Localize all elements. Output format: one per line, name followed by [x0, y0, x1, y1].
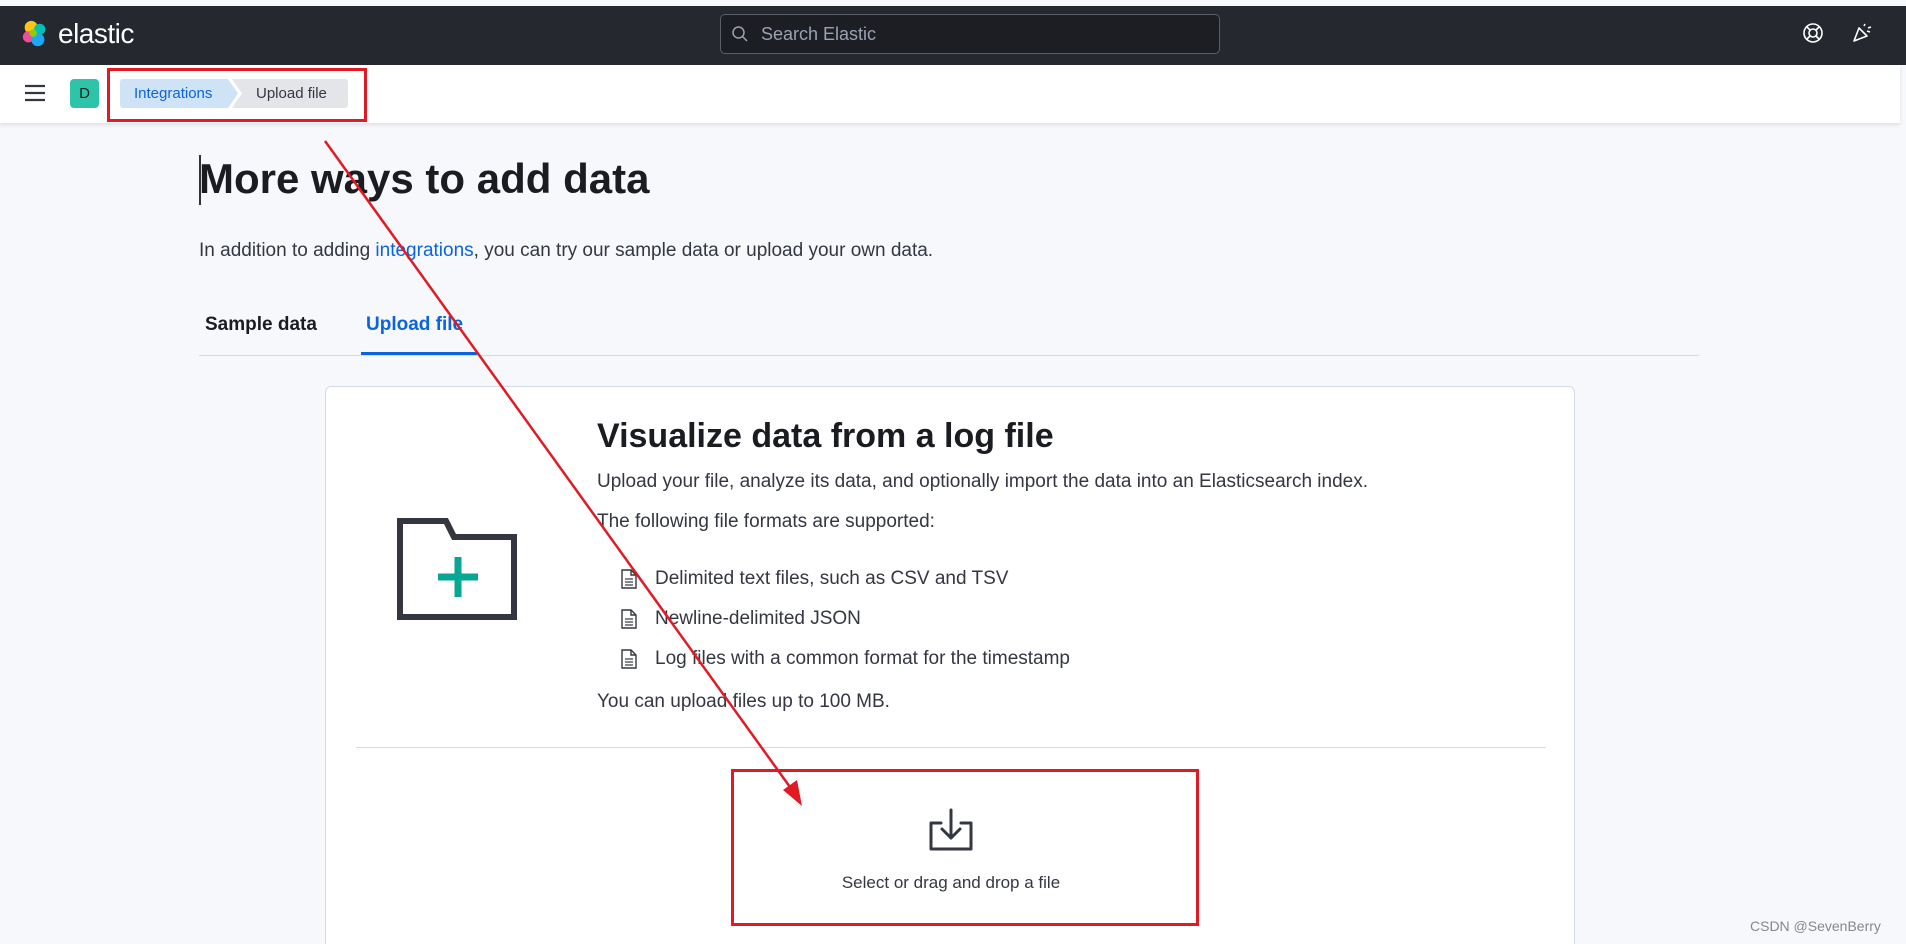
format-label: Newline-delimited JSON	[655, 608, 861, 629]
intro-text-start: In addition to adding	[199, 240, 376, 261]
newsfeed-icon[interactable]	[1851, 22, 1873, 49]
list-item: Delimited text files, such as CSV and TS…	[621, 559, 1070, 599]
document-icon	[621, 649, 637, 669]
document-icon	[621, 609, 637, 629]
tab-bar: Sample data Upload file	[199, 306, 1699, 356]
panel-description: Upload your file, analyze its data, and …	[597, 471, 1369, 492]
search-icon	[732, 26, 748, 42]
integrations-link[interactable]: integrations	[375, 240, 473, 261]
elastic-logo-icon	[22, 20, 46, 47]
format-list: Delimited text files, such as CSV and TS…	[621, 559, 1070, 679]
file-size-limit: You can upload files up to 100 MB.	[597, 691, 890, 712]
document-icon	[621, 569, 637, 589]
help-icon[interactable]	[1802, 22, 1824, 49]
intro-text: In addition to adding integrations, you …	[199, 240, 933, 262]
search-input[interactable]	[761, 23, 1201, 45]
space-avatar[interactable]: D	[70, 79, 99, 108]
window-edge	[0, 0, 1906, 6]
list-item: Log files with a common format for the t…	[621, 639, 1070, 679]
logo-text: elastic	[58, 18, 134, 49]
annotation-box-breadcrumb	[107, 68, 367, 122]
panel-title: Visualize data from a log file	[597, 417, 1054, 455]
annotation-box-dropzone	[731, 769, 1199, 926]
active-tab-indicator	[361, 352, 477, 355]
hamburger-menu-icon[interactable]	[24, 83, 46, 108]
top-header-bar: elastic	[0, 0, 1906, 65]
format-label: Delimited text files, such as CSV and TS…	[655, 568, 1009, 589]
list-item: Newline-delimited JSON	[621, 599, 1070, 639]
format-label: Log files with a common format for the t…	[655, 648, 1070, 669]
folder-add-icon	[396, 517, 520, 626]
watermark: CSDN @SevenBerry	[1750, 918, 1881, 934]
divider	[356, 747, 1546, 748]
elastic-logo[interactable]: elastic	[20, 18, 134, 50]
global-search[interactable]	[720, 14, 1220, 54]
formats-label: The following file formats are supported…	[597, 511, 935, 532]
tab-sample-data[interactable]: Sample data	[205, 314, 317, 336]
tab-upload-file[interactable]: Upload file	[366, 314, 463, 336]
page-title: More ways to add data	[199, 155, 650, 202]
intro-text-end: , you can try our sample data or upload …	[473, 240, 934, 261]
